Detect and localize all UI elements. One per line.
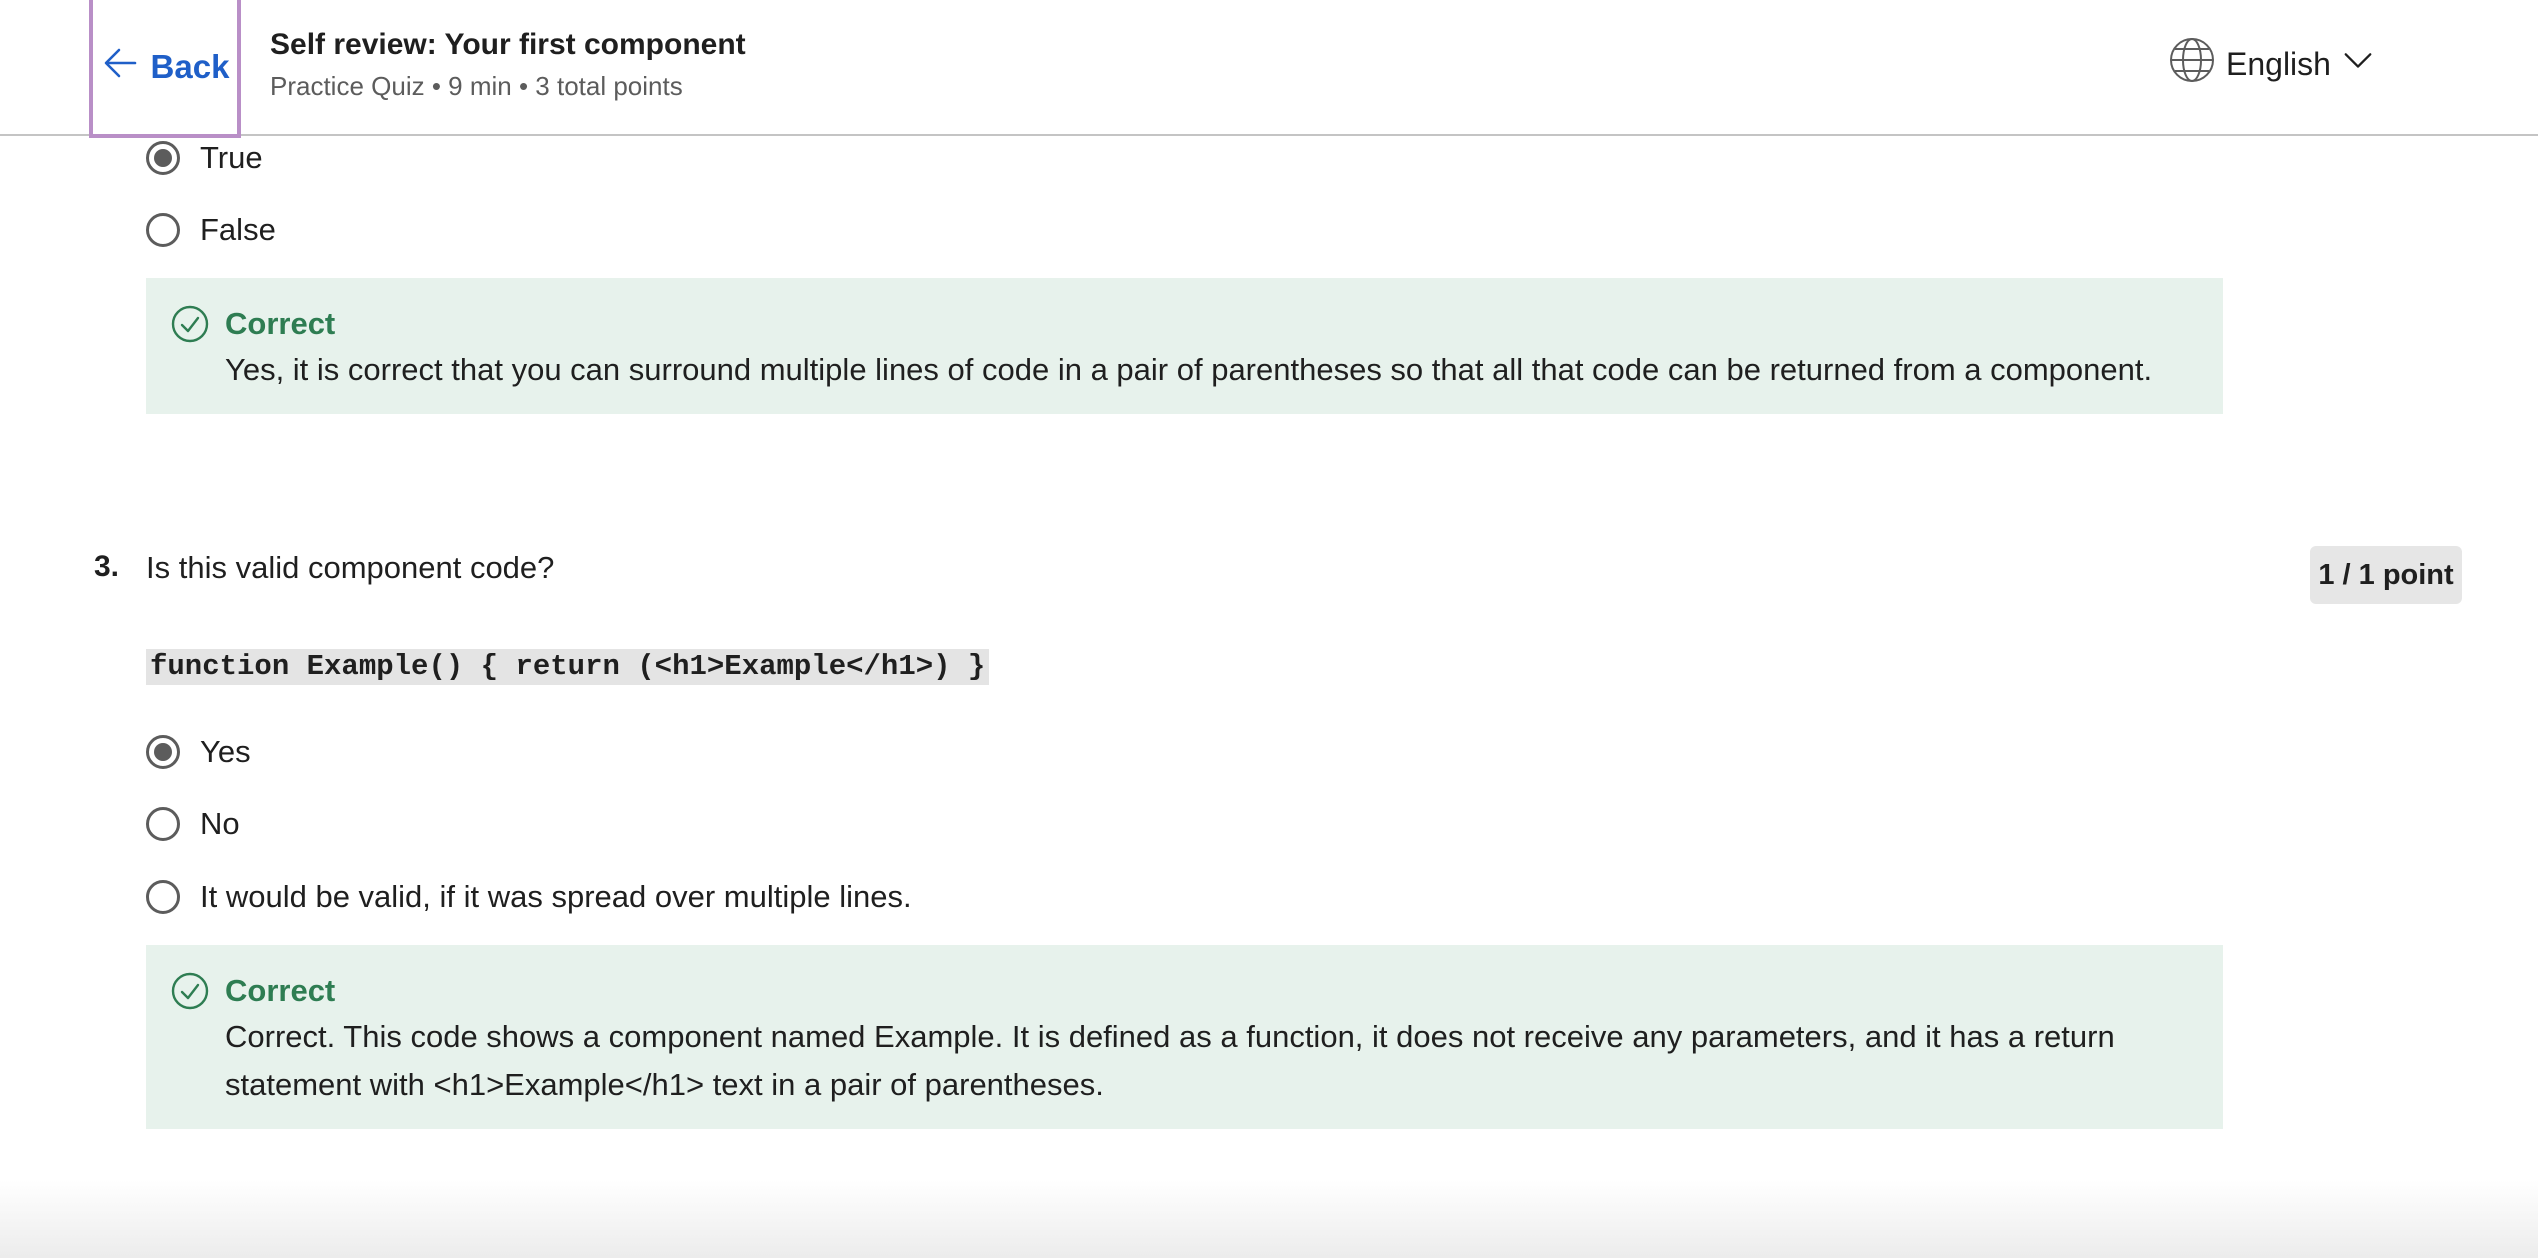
language-label: English [2226, 45, 2331, 82]
radio-unselected-icon[interactable] [146, 880, 180, 914]
bottom-shadow [0, 1180, 2538, 1258]
back-button[interactable]: Back [89, 0, 241, 138]
check-circle-icon [170, 971, 210, 1011]
option-label: Yes [200, 734, 251, 769]
radio-unselected-icon[interactable] [146, 213, 180, 247]
title-block: Self review: Your first component Practi… [270, 24, 746, 106]
quiz-page: Back Self review: Your first component P… [0, 0, 2538, 1258]
feedback-text: Yes, it is correct that you can surround… [225, 352, 2153, 387]
top-header: Back Self review: Your first component P… [0, 0, 2538, 138]
globe-icon [2168, 36, 2216, 92]
option-label: It would be valid, if it was spread over… [200, 879, 912, 914]
feedback-correct-q2: Correct Yes, it is correct that you can … [146, 278, 2223, 414]
feedback-text: Correct. This code shows a component nam… [225, 1019, 2115, 1102]
option-false[interactable]: False [146, 212, 276, 248]
radio-selected-icon[interactable] [146, 735, 180, 769]
language-selector[interactable]: English [2168, 38, 2375, 90]
question-number: 3. [94, 550, 120, 583]
page-title: Self review: Your first component [270, 28, 746, 61]
option-label: True [200, 140, 263, 175]
option-label: False [200, 212, 276, 247]
option-yes[interactable]: Yes [146, 734, 251, 770]
chevron-down-icon [2341, 43, 2375, 85]
page-subtitle: Practice Quiz • 9 min • 3 total points [270, 71, 683, 101]
option-no[interactable]: No [146, 806, 240, 842]
arrow-left-icon [101, 43, 141, 91]
feedback-correct-q3: Correct Correct. This code shows a compo… [146, 945, 2223, 1129]
code-snippet: function Example() { return (<h1>Example… [146, 649, 990, 685]
question-text: Is this valid component code? [146, 550, 555, 585]
feedback-title: Correct [225, 973, 336, 1008]
radio-selected-icon[interactable] [146, 141, 180, 175]
back-label: Back [150, 48, 230, 85]
radio-unselected-icon[interactable] [146, 807, 180, 841]
points-badge: 1 / 1 point [2310, 546, 2462, 604]
feedback-title: Correct [225, 306, 336, 341]
option-multiline[interactable]: It would be valid, if it was spread over… [146, 879, 912, 915]
option-true[interactable]: True [146, 140, 263, 176]
check-circle-icon [170, 304, 210, 344]
option-label: No [200, 806, 240, 841]
